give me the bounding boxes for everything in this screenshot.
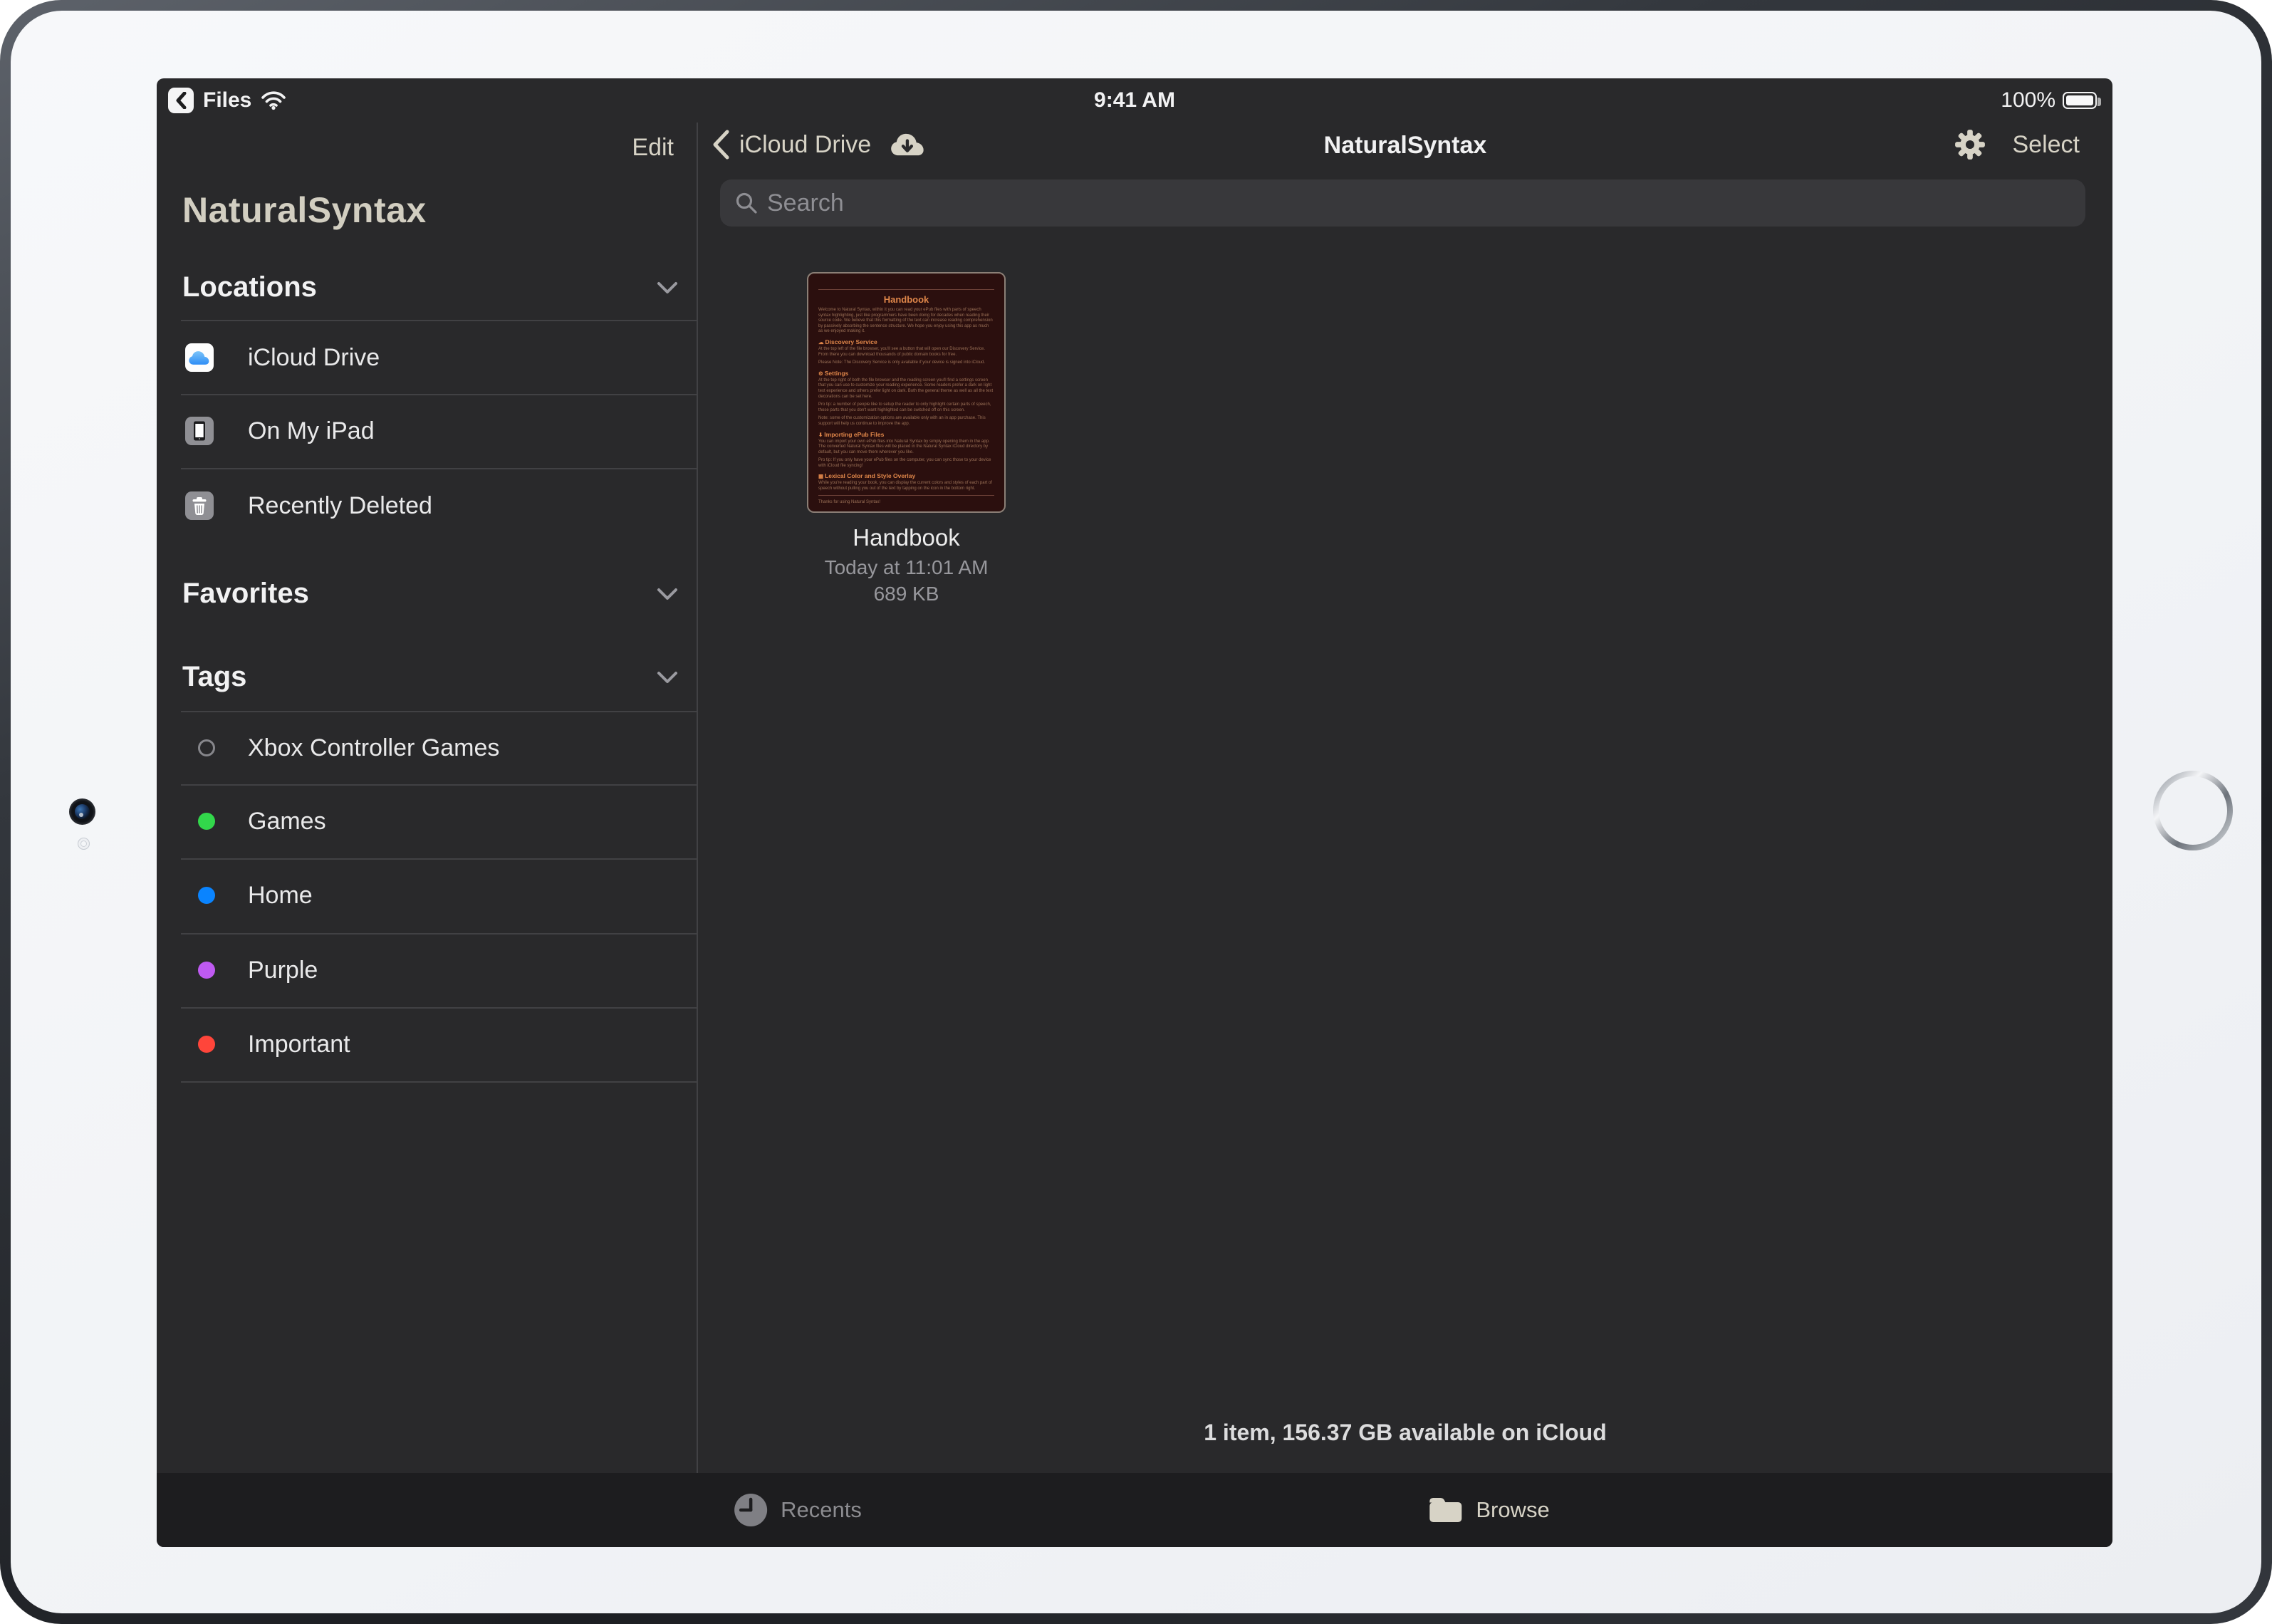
search-input[interactable] (767, 189, 2071, 217)
cloud-icon: ☁ (818, 339, 824, 345)
light-sensor (78, 838, 90, 850)
chevron-down-icon (657, 588, 678, 600)
sidebar-item-label: On My iPad (248, 417, 375, 445)
nav-title: NaturalSyntax (698, 132, 2112, 160)
tab-recents[interactable]: Recents (734, 1473, 862, 1547)
sidebar-item-label: Recently Deleted (248, 492, 432, 520)
tab-label: Recents (781, 1497, 862, 1523)
status-bar: Files 9:41 AM 100% (157, 78, 2112, 123)
tab-bar: Recents Browse (157, 1473, 2112, 1547)
gear-icon: ⚙ (818, 370, 823, 377)
front-camera (69, 798, 95, 825)
battery-icon (2063, 92, 2097, 109)
sidebar-tag-xbox-controller-games[interactable]: Xbox Controller Games (157, 711, 697, 785)
import-icon: ⬇ (818, 432, 823, 438)
sidebar-item-icloud-drive[interactable]: iCloud Drive (157, 321, 697, 395)
storage-status: 1 item, 156.37 GB available on iCloud (698, 1420, 2112, 1446)
folder-icon (1427, 1495, 1463, 1525)
edit-button[interactable]: Edit (632, 134, 674, 162)
tag-circle-icon (198, 739, 215, 756)
section-header-favorites[interactable]: Favorites (182, 578, 678, 610)
battery-percent: 100% (2001, 88, 2055, 113)
trash-icon (185, 491, 214, 520)
file-thumbnail: Handbook Welcome to Natural Syntax, with… (807, 272, 1006, 513)
nav-bar: iCloud Drive NaturalSyntax (698, 123, 2112, 167)
sidebar-item-on-my-ipad[interactable]: On My iPad (157, 394, 697, 468)
tag-circle-icon (198, 962, 215, 979)
section-header-tags[interactable]: Tags (182, 661, 678, 693)
sidebar-item-recently-deleted[interactable]: Recently Deleted (157, 469, 697, 543)
main-pane: iCloud Drive NaturalSyntax (698, 123, 2112, 1473)
chevron-down-icon (657, 281, 678, 294)
sidebar-app-title: NaturalSyntax (182, 189, 427, 231)
select-button[interactable]: Select (2013, 131, 2080, 159)
sidebar: Edit NaturalSyntax Locations iCloud Driv… (157, 123, 697, 1473)
ipad-device: Files 9:41 AM 100% Edit NaturalSyntax (0, 0, 2272, 1624)
tag-label: Important (248, 1031, 350, 1058)
file-item-handbook[interactable]: Handbook Welcome to Natural Syntax, with… (807, 272, 1006, 605)
tab-label: Browse (1476, 1497, 1549, 1523)
file-modified: Today at 11:01 AM (807, 556, 1006, 579)
sidebar-item-label: iCloud Drive (248, 344, 380, 372)
chevron-down-icon (657, 671, 678, 684)
tag-label: Xbox Controller Games (248, 734, 499, 762)
tag-circle-icon (198, 1036, 215, 1053)
sidebar-tag-purple[interactable]: Purple (157, 933, 697, 1007)
screen: Files 9:41 AM 100% Edit NaturalSyntax (157, 78, 2112, 1547)
overlay-icon: ▦ (818, 473, 823, 479)
tag-circle-icon (198, 887, 215, 904)
file-name: Handbook (807, 524, 1006, 551)
section-header-locations[interactable]: Locations (182, 271, 678, 303)
thumb-title: Handbook (818, 294, 994, 305)
search-icon (734, 191, 759, 215)
divider (181, 1081, 697, 1083)
sidebar-tag-important[interactable]: Important (157, 1007, 697, 1081)
status-time: 9:41 AM (157, 88, 2112, 113)
tag-label: Games (248, 808, 326, 836)
home-button[interactable] (2152, 769, 2234, 852)
tag-circle-icon (198, 813, 215, 830)
search-bar[interactable] (720, 179, 2085, 227)
ipad-icon (185, 417, 214, 445)
file-size: 689 KB (807, 583, 1006, 605)
sidebar-tag-home[interactable]: Home (157, 858, 697, 932)
tag-label: Home (248, 882, 313, 910)
icloud-drive-icon (185, 343, 214, 372)
tag-label: Purple (248, 957, 318, 984)
sidebar-tag-games[interactable]: Games (157, 784, 697, 858)
tab-browse[interactable]: Browse (1427, 1473, 1549, 1547)
clock-icon (734, 1493, 768, 1527)
gear-icon[interactable] (1954, 129, 1986, 160)
